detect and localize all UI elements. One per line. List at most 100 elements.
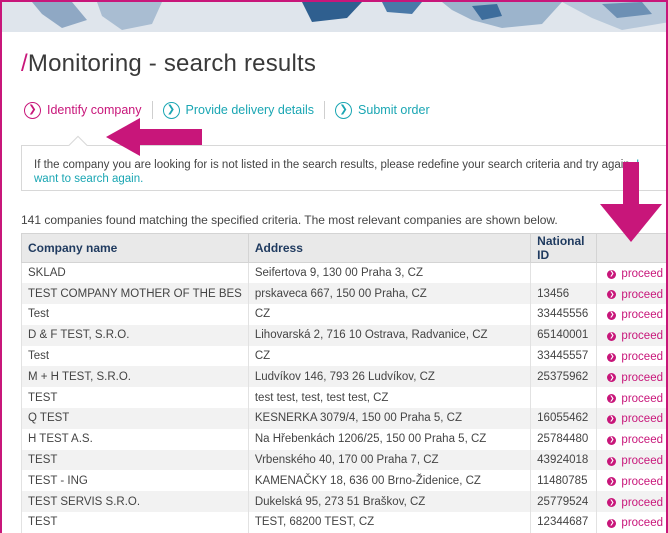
column-header-national-id: National ID xyxy=(530,233,598,263)
proceed-link[interactable]: ❯ proceed xyxy=(607,372,663,384)
address-cell: test test, test, test test, CZ xyxy=(247,387,532,409)
company-name-cell: H TEST A.S. xyxy=(21,428,249,450)
table-row: Q TEST KESNERKA 3079/4, 150 00 Praha 5, C… xyxy=(21,408,666,429)
proceed-link[interactable]: ❯ proceed xyxy=(607,268,663,280)
chevron-right-circle-icon: ❯ xyxy=(607,477,617,487)
national-id-cell xyxy=(530,387,598,409)
chevron-right-circle-icon: ❯ xyxy=(24,101,41,119)
company-name-cell: Test xyxy=(21,304,249,325)
address-cell: CZ xyxy=(247,304,532,325)
proceed-label: proceed xyxy=(621,288,663,301)
proceed-label: proceed xyxy=(621,309,663,322)
company-name-cell: Test xyxy=(21,345,249,367)
table-row: TEST - ING KAMENAČKY 18, 636 00 Brno-Žide… xyxy=(21,470,666,492)
proceed-link[interactable]: ❯ proceed xyxy=(607,351,663,363)
notice-text: If the company you are looking for is no… xyxy=(34,159,637,171)
results-summary: 141 companies found matching the specifi… xyxy=(21,213,558,227)
company-name-cell: SKLAD xyxy=(21,262,249,284)
column-header-address: Address xyxy=(247,233,532,263)
chevron-right-circle-icon: ❯ xyxy=(607,310,617,320)
table-row: TEST COMPANY MOTHER OF THE BES prskaveca … xyxy=(21,283,666,305)
address-cell: Lihovarská 2, 716 10 Ostrava, Radvanice,… xyxy=(247,324,532,346)
proceed-link[interactable]: ❯ proceed xyxy=(607,330,663,342)
national-id-cell: 12344687 xyxy=(530,512,598,533)
page-frame: /Monitoring - search results ❯ Identify … xyxy=(0,0,668,533)
address-cell: Seifertova 9, 130 00 Praha 3, CZ xyxy=(247,262,532,284)
action-cell: ❯ proceed xyxy=(596,345,666,367)
proceed-label: proceed xyxy=(621,392,663,405)
address-cell: Dukelská 95, 273 51 Braškov, CZ xyxy=(247,491,532,513)
chevron-right-circle-icon: ❯ xyxy=(607,331,617,341)
national-id-cell: 65140001 xyxy=(530,324,598,346)
table-row: M + H TEST, S.R.O. Ludvíkov 146, 793 26 L… xyxy=(21,366,666,388)
national-id-cell: 25784480 xyxy=(530,428,598,450)
action-cell: ❯ proceed xyxy=(596,324,666,346)
table-row: TEST Vrbenského 40, 170 00 Praha 7, CZ 439… xyxy=(21,449,666,471)
step-submit-order[interactable]: ❯ Submit order xyxy=(335,101,430,119)
chevron-right-circle-icon: ❯ xyxy=(607,498,617,508)
proceed-link[interactable]: ❯ proceed xyxy=(607,434,663,446)
proceed-label: proceed xyxy=(621,351,663,364)
company-name-cell: D & F TEST, S.R.O. xyxy=(21,324,249,346)
chevron-right-circle-icon: ❯ xyxy=(607,414,617,424)
company-name-cell: TEST - ING xyxy=(21,470,249,492)
table-row: H TEST A.S. Na Hřebenkách 1206/25, 150 00… xyxy=(21,428,666,450)
national-id-cell: 13456 xyxy=(530,283,598,305)
national-id-cell: 33445557 xyxy=(530,345,598,367)
proceed-link[interactable]: ❯ proceed xyxy=(607,476,663,488)
title-slash: / xyxy=(21,50,28,77)
table-header-row: Company name Address National ID xyxy=(21,233,666,263)
proceed-link[interactable]: ❯ proceed xyxy=(607,517,663,529)
step-label: Identify company xyxy=(47,103,142,117)
table-row: SKLAD Seifertova 9, 130 00 Praha 3, CZ ❯ pr… xyxy=(21,262,666,284)
chevron-right-circle-icon: ❯ xyxy=(607,435,617,445)
action-cell: ❯ proceed xyxy=(596,449,666,471)
address-cell: CZ xyxy=(247,345,532,367)
company-name-cell: TEST xyxy=(21,387,249,409)
proceed-label: proceed xyxy=(621,371,663,384)
company-name-cell: M + H TEST, S.R.O. xyxy=(21,366,249,388)
results-table: Company name Address National ID SKLAD Se… xyxy=(21,233,666,533)
proceed-link[interactable]: ❯ proceed xyxy=(607,455,663,467)
proceed-link[interactable]: ❯ proceed xyxy=(607,413,663,425)
proceed-link[interactable]: ❯ proceed xyxy=(607,497,663,509)
proceed-label: proceed xyxy=(621,268,663,281)
down-arrow-annotation xyxy=(600,162,662,242)
proceed-link[interactable]: ❯ proceed xyxy=(607,309,663,321)
table-row: TEST TEST, 68200 TEST, CZ 12344687 ❯ proceed xyxy=(21,512,666,533)
step-identify-company[interactable]: ❯ Identify company xyxy=(24,101,142,119)
step-label: Submit order xyxy=(358,103,430,117)
table-row: TEST SERVIS S.R.O. Dukelská 95, 273 51 Br… xyxy=(21,491,666,513)
title-text: Monitoring - search results xyxy=(27,50,317,77)
national-id-cell: 43924018 xyxy=(530,449,598,471)
national-id-cell: 25375962 xyxy=(530,366,598,388)
address-cell: Vrbenského 40, 170 00 Praha 7, CZ xyxy=(247,449,532,471)
notice-pointer xyxy=(68,135,88,146)
table-row: TEST test test, test, test test, CZ ❯ proce… xyxy=(21,387,666,409)
proceed-link[interactable]: ❯ proceed xyxy=(607,393,663,405)
national-id-cell: 33445556 xyxy=(530,304,598,325)
chevron-right-circle-icon: ❯ xyxy=(607,290,617,300)
step-divider xyxy=(151,101,153,119)
address-cell: prskaveca 667, 150 00 Praha, CZ xyxy=(247,283,532,305)
chevron-right-circle-icon: ❯ xyxy=(607,394,617,404)
address-cell: TEST, 68200 TEST, CZ xyxy=(247,512,532,533)
action-cell: ❯ proceed xyxy=(596,408,666,429)
order-steps: ❯ Identify company ❯ Provide delivery de… xyxy=(24,98,430,122)
proceed-label: proceed xyxy=(621,517,663,530)
company-name-cell: TEST xyxy=(21,449,249,471)
table-body: SKLAD Seifertova 9, 130 00 Praha 3, CZ ❯ pr… xyxy=(21,262,666,533)
proceed-link[interactable]: ❯ proceed xyxy=(607,289,663,301)
table-row: Test CZ 33445556 ❯ proceed xyxy=(21,304,666,325)
step-provide-delivery-details[interactable]: ❯ Provide delivery details xyxy=(162,101,314,119)
chevron-right-circle-icon: ❯ xyxy=(335,101,353,119)
proceed-label: proceed xyxy=(621,330,663,343)
step-divider xyxy=(324,101,326,119)
chevron-right-circle-icon: ❯ xyxy=(607,352,617,362)
company-name-cell: TEST COMPANY MOTHER OF THE BES xyxy=(21,283,249,305)
company-name-cell: TEST xyxy=(21,512,249,533)
address-cell: KESNERKA 3079/4, 150 00 Praha 5, CZ xyxy=(247,408,532,429)
action-cell: ❯ proceed xyxy=(596,387,666,409)
chevron-right-circle-icon: ❯ xyxy=(607,373,617,383)
proceed-label: proceed xyxy=(621,413,663,426)
